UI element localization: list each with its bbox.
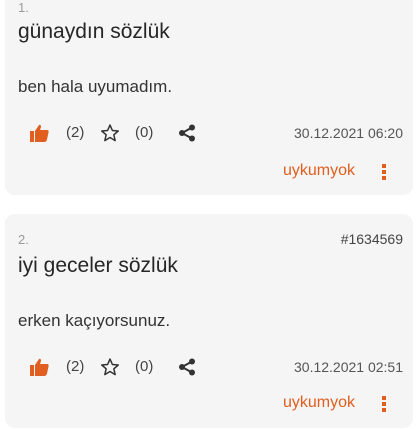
favorite-count: (0) <box>135 358 154 375</box>
entry-body: erken kaçıyorsunuz. <box>18 311 171 330</box>
like-count: (2) <box>66 124 85 141</box>
entry-body: ben hala uyumadım. <box>18 77 173 96</box>
like-count: (2) <box>66 358 85 375</box>
entry-title[interactable]: günaydın sözlük <box>18 20 170 44</box>
star-outline-icon[interactable] <box>98 121 122 145</box>
entry-date[interactable]: 30.12.2021 02:51 <box>294 355 403 379</box>
favorite-count: (0) <box>135 124 154 141</box>
more-vertical-icon[interactable] <box>377 160 391 184</box>
entry-author[interactable]: uykumyok <box>283 162 355 180</box>
star-outline-icon[interactable] <box>98 355 122 379</box>
share-icon[interactable] <box>175 355 199 379</box>
entry-number: 1. <box>18 0 29 15</box>
thumbs-up-icon[interactable] <box>28 355 52 379</box>
entry-card: 1. günaydın sözlük ben hala uyumadım. (2… <box>5 0 413 195</box>
share-icon[interactable] <box>175 121 199 145</box>
entry-number: 2. <box>18 232 29 247</box>
entry-title[interactable]: iyi geceler sözlük <box>18 254 178 278</box>
thumbs-up-icon[interactable] <box>28 121 52 145</box>
entry-actions: (2) (0) 30.12.2021 02:51 <box>18 355 403 381</box>
entry-card: 2. #1634569 iyi geceler sözlük erken kaç… <box>5 214 413 428</box>
entry-date[interactable]: 30.12.2021 06:20 <box>294 121 403 145</box>
entry-id-link[interactable]: #1634569 <box>341 231 403 247</box>
entry-actions: (2) (0) 30.12.2021 06:20 <box>18 121 403 147</box>
entry-feed: 1. günaydın sözlük ben hala uyumadım. (2… <box>0 0 420 429</box>
more-vertical-icon[interactable] <box>377 392 391 416</box>
entry-author[interactable]: uykumyok <box>283 394 355 412</box>
